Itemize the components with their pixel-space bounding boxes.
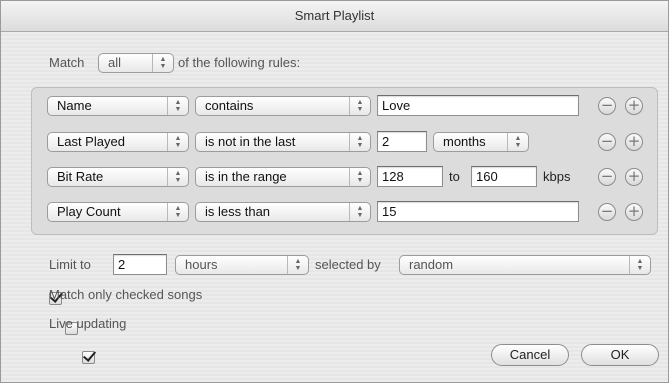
- up-down-arrows-icon: ▲ ▼: [507, 133, 528, 151]
- rule-2-field-value: Last Played: [57, 134, 125, 149]
- selected-by-label: selected by: [315, 257, 381, 272]
- rule-3-min-input[interactable]: 128: [377, 166, 443, 187]
- rule-4-field-value: Play Count: [57, 204, 121, 219]
- rule-3-field-select[interactable]: Bit Rate ▲ ▼: [47, 167, 189, 187]
- up-down-arrows-icon: ▲ ▼: [167, 203, 188, 221]
- match-quantifier-select[interactable]: all ▲ ▼: [98, 53, 174, 73]
- match-checked-songs-label: Match only checked songs: [49, 287, 203, 302]
- limit-unit-value: hours: [185, 257, 218, 272]
- rule-2-unit-value: months: [443, 134, 486, 149]
- rule-1-remove-button[interactable]: −: [598, 97, 616, 115]
- rule-1-operator-value: contains: [205, 98, 254, 113]
- rule-2-add-button[interactable]: +: [625, 133, 643, 151]
- limit-unit-select[interactable]: hours ▲ ▼: [175, 255, 309, 275]
- up-down-arrows-icon: ▲ ▼: [167, 133, 188, 151]
- rule-1-operator-select[interactable]: contains ▲ ▼: [195, 96, 371, 116]
- rule-4-value-input[interactable]: 15: [377, 201, 579, 222]
- match-quantifier-value: all: [108, 55, 122, 70]
- rule-3-max-input[interactable]: 160: [471, 166, 537, 187]
- rule-3-add-button[interactable]: +: [625, 168, 643, 186]
- rule-4-field-select[interactable]: Play Count ▲ ▼: [47, 202, 189, 222]
- rule-3-operator-value: is in the range: [205, 169, 287, 184]
- up-down-arrows-icon: ▲ ▼: [287, 256, 308, 274]
- rule-1-add-button[interactable]: +: [625, 97, 643, 115]
- rule-1-value-input[interactable]: Love: [377, 95, 579, 116]
- ok-button[interactable]: OK: [581, 344, 659, 366]
- match-suffix: of the following rules:: [178, 55, 301, 70]
- rule-3-remove-button[interactable]: −: [598, 168, 616, 186]
- rule-3-field-value: Bit Rate: [57, 169, 104, 184]
- up-down-arrows-icon: ▲ ▼: [152, 54, 173, 72]
- rule-4-remove-button[interactable]: −: [598, 203, 616, 221]
- rule-2-operator-select[interactable]: is not in the last ▲ ▼: [195, 132, 371, 152]
- rule-4-operator-select[interactable]: is less than ▲ ▼: [195, 202, 371, 222]
- rule-1-field-value: Name: [57, 98, 92, 113]
- live-updating-checkbox[interactable]: [81, 351, 95, 365]
- selected-by-select[interactable]: random ▲ ▼: [399, 255, 651, 275]
- window-title: Smart Playlist: [1, 1, 668, 32]
- rule-2-unit-select[interactable]: months ▲ ▼: [433, 132, 529, 152]
- rule-3-operator-select[interactable]: is in the range ▲ ▼: [195, 167, 371, 187]
- rule-4-add-button[interactable]: +: [625, 203, 643, 221]
- live-updating-label: Live updating: [49, 316, 127, 331]
- rule-1-field-select[interactable]: Name ▲ ▼: [47, 96, 189, 116]
- up-down-arrows-icon: ▲ ▼: [349, 97, 370, 115]
- cancel-button[interactable]: Cancel: [491, 344, 569, 366]
- limit-label: Limit to: [49, 257, 91, 272]
- up-down-arrows-icon: ▲ ▼: [167, 168, 188, 186]
- up-down-arrows-icon: ▲ ▼: [349, 203, 370, 221]
- smart-playlist-dialog: Smart Playlist Match all ▲ ▼ of the follo…: [0, 0, 669, 383]
- up-down-arrows-icon: ▲ ▼: [629, 256, 650, 274]
- rule-2-value-input[interactable]: 2: [377, 131, 427, 152]
- limit-value-input[interactable]: 2: [113, 254, 167, 275]
- rule-4-operator-value: is less than: [205, 204, 271, 219]
- selected-by-value: random: [409, 257, 454, 272]
- rule-2-operator-value: is not in the last: [205, 134, 296, 149]
- up-down-arrows-icon: ▲ ▼: [167, 97, 188, 115]
- up-down-arrows-icon: ▲ ▼: [349, 133, 370, 151]
- match-label: Match: [49, 55, 85, 70]
- rule-3-connector: to: [449, 169, 460, 184]
- rule-2-remove-button[interactable]: −: [598, 133, 616, 151]
- rule-2-field-select[interactable]: Last Played ▲ ▼: [47, 132, 189, 152]
- rule-3-unit: kbps: [543, 169, 571, 184]
- up-down-arrows-icon: ▲ ▼: [349, 168, 370, 186]
